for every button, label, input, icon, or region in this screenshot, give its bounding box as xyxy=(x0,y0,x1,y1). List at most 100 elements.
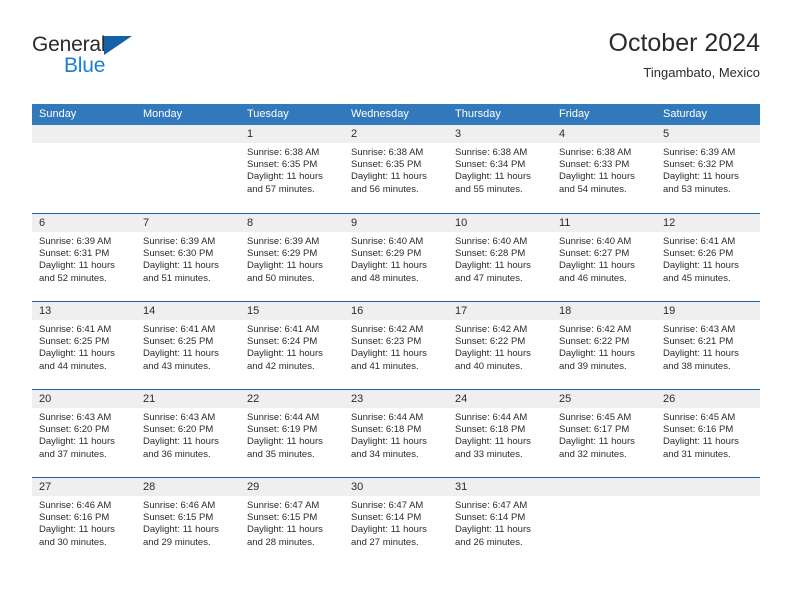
calendar-day-cell[interactable]: 5 Sunrise: 6:39 AM Sunset: 6:32 PM Daylight… xyxy=(656,125,760,213)
daylight-text-line1: Daylight: 11 hours xyxy=(39,436,115,448)
day-sun-info: Sunrise: 6:38 AM Sunset: 6:34 PM Daylight:… xyxy=(448,143,552,196)
sunrise-text: Sunrise: 6:44 AM xyxy=(455,412,528,423)
day-number: 29 xyxy=(240,478,344,496)
page-title: October 2024 xyxy=(608,29,761,57)
calendar-day-cell[interactable]: 27 Sunrise: 6:46 AM Sunset: 6:16 PM Dayligh… xyxy=(32,478,136,565)
calendar-day-cell[interactable]: 22 Sunrise: 6:44 AM Sunset: 6:19 PM Dayligh… xyxy=(240,390,344,477)
calendar-day-cell[interactable]: 17 Sunrise: 6:42 AM Sunset: 6:22 PM Dayligh… xyxy=(448,302,552,389)
daylight-text-line1: Daylight: 11 hours xyxy=(143,524,219,536)
calendar-day-cell[interactable]: 28 Sunrise: 6:46 AM Sunset: 6:15 PM Dayligh… xyxy=(136,478,240,565)
day-number xyxy=(136,125,240,143)
sunset-text: Sunset: 6:35 PM xyxy=(247,159,318,171)
sunset-text: Sunset: 6:24 PM xyxy=(247,336,318,348)
calendar-day-cell-empty[interactable] xyxy=(552,478,656,565)
calendar-day-cell[interactable]: 1 Sunrise: 6:38 AM Sunset: 6:35 PM Daylight… xyxy=(240,125,344,213)
calendar-day-cell[interactable]: 16 Sunrise: 6:42 AM Sunset: 6:23 PM Dayligh… xyxy=(344,302,448,389)
sunset-text: Sunset: 6:26 PM xyxy=(663,248,734,260)
daylight-text-line2: and 32 minutes. xyxy=(559,448,627,460)
calendar-day-cell[interactable]: 19 Sunrise: 6:43 AM Sunset: 6:21 PM Dayligh… xyxy=(656,302,760,389)
calendar-day-cell[interactable]: 24 Sunrise: 6:44 AM Sunset: 6:18 PM Dayligh… xyxy=(448,390,552,477)
calendar-day-cell[interactable]: 3 Sunrise: 6:38 AM Sunset: 6:34 PM Daylight… xyxy=(448,125,552,213)
day-sun-info: Sunrise: 6:45 AM Sunset: 6:16 PM Daylight:… xyxy=(656,408,760,461)
daylight-text-line1: Daylight: 11 hours xyxy=(143,436,219,448)
calendar-day-cell[interactable]: 25 Sunrise: 6:45 AM Sunset: 6:17 PM Dayligh… xyxy=(552,390,656,477)
daylight-text-line1: Daylight: 11 hours xyxy=(663,171,739,183)
sunrise-text: Sunrise: 6:46 AM xyxy=(143,500,216,511)
calendar-day-cell[interactable]: 9 Sunrise: 6:40 AM Sunset: 6:29 PM Daylight… xyxy=(344,214,448,301)
daylight-text-line2: and 55 minutes. xyxy=(455,183,523,195)
calendar-week-row: 13 Sunrise: 6:41 AM Sunset: 6:25 PM Dayligh… xyxy=(32,301,760,389)
calendar-day-cell[interactable]: 6 Sunrise: 6:39 AM Sunset: 6:31 PM Daylight… xyxy=(32,214,136,301)
general-blue-logo: General Blue xyxy=(32,34,232,90)
sunrise-text: Sunrise: 6:38 AM xyxy=(247,147,320,158)
calendar-day-cell[interactable]: 4 Sunrise: 6:38 AM Sunset: 6:33 PM Daylight… xyxy=(552,125,656,213)
calendar-grid: Sunday Monday Tuesday Wednesday Thursday Frid… xyxy=(32,104,760,565)
sunrise-text: Sunrise: 6:44 AM xyxy=(351,412,424,423)
daylight-text-line1: Daylight: 11 hours xyxy=(351,171,427,183)
calendar-day-cell[interactable]: 18 Sunrise: 6:42 AM Sunset: 6:22 PM Dayligh… xyxy=(552,302,656,389)
calendar-day-cell-empty[interactable] xyxy=(32,125,136,213)
daylight-text-line1: Daylight: 11 hours xyxy=(663,348,739,360)
calendar-day-cell[interactable]: 15 Sunrise: 6:41 AM Sunset: 6:24 PM Dayligh… xyxy=(240,302,344,389)
sunrise-text: Sunrise: 6:43 AM xyxy=(39,412,112,423)
sunrise-text: Sunrise: 6:47 AM xyxy=(351,500,424,511)
calendar-day-cell[interactable]: 21 Sunrise: 6:43 AM Sunset: 6:20 PM Dayligh… xyxy=(136,390,240,477)
day-number: 23 xyxy=(344,390,448,408)
sunset-text: Sunset: 6:31 PM xyxy=(39,248,110,260)
calendar-day-cell[interactable]: 7 Sunrise: 6:39 AM Sunset: 6:30 PM Daylight… xyxy=(136,214,240,301)
day-sun-info: Sunrise: 6:39 AM Sunset: 6:30 PM Daylight:… xyxy=(136,232,240,285)
daylight-text-line2: and 31 minutes. xyxy=(663,448,731,460)
sunset-text: Sunset: 6:22 PM xyxy=(455,336,526,348)
calendar-day-cell[interactable]: 14 Sunrise: 6:41 AM Sunset: 6:25 PM Dayligh… xyxy=(136,302,240,389)
day-number: 26 xyxy=(656,390,760,408)
calendar-day-cell[interactable]: 11 Sunrise: 6:40 AM Sunset: 6:27 PM Dayligh… xyxy=(552,214,656,301)
calendar-day-cell[interactable]: 10 Sunrise: 6:40 AM Sunset: 6:28 PM Dayligh… xyxy=(448,214,552,301)
daylight-text-line2: and 51 minutes. xyxy=(143,272,211,284)
day-number: 7 xyxy=(136,214,240,232)
daylight-text-line2: and 52 minutes. xyxy=(39,272,107,284)
day-number: 22 xyxy=(240,390,344,408)
calendar-day-cell[interactable]: 13 Sunrise: 6:41 AM Sunset: 6:25 PM Dayligh… xyxy=(32,302,136,389)
day-sun-info: Sunrise: 6:38 AM Sunset: 6:35 PM Daylight:… xyxy=(240,143,344,196)
day-sun-info: Sunrise: 6:47 AM Sunset: 6:15 PM Daylight:… xyxy=(240,496,344,549)
sunset-text: Sunset: 6:30 PM xyxy=(143,248,214,260)
calendar-day-cell[interactable]: 30 Sunrise: 6:47 AM Sunset: 6:14 PM Dayligh… xyxy=(344,478,448,565)
sunset-text: Sunset: 6:27 PM xyxy=(559,248,630,260)
calendar-day-cell[interactable]: 29 Sunrise: 6:47 AM Sunset: 6:15 PM Dayligh… xyxy=(240,478,344,565)
sunset-text: Sunset: 6:20 PM xyxy=(143,424,214,436)
daylight-text-line1: Daylight: 11 hours xyxy=(247,436,323,448)
calendar-day-cell[interactable]: 8 Sunrise: 6:39 AM Sunset: 6:29 PM Daylight… xyxy=(240,214,344,301)
day-number: 14 xyxy=(136,302,240,320)
calendar-day-cell-empty[interactable] xyxy=(656,478,760,565)
weekday-header-row: Sunday Monday Tuesday Wednesday Thursday Frid… xyxy=(32,104,760,125)
sunrise-text: Sunrise: 6:42 AM xyxy=(559,324,632,335)
day-number xyxy=(32,125,136,143)
day-number: 27 xyxy=(32,478,136,496)
sunrise-text: Sunrise: 6:47 AM xyxy=(455,500,528,511)
daylight-text-line1: Daylight: 11 hours xyxy=(351,436,427,448)
sunset-text: Sunset: 6:22 PM xyxy=(559,336,630,348)
calendar-day-cell[interactable]: 2 Sunrise: 6:38 AM Sunset: 6:35 PM Daylight… xyxy=(344,125,448,213)
calendar-day-cell[interactable]: 20 Sunrise: 6:43 AM Sunset: 6:20 PM Dayligh… xyxy=(32,390,136,477)
day-sun-info: Sunrise: 6:47 AM Sunset: 6:14 PM Daylight:… xyxy=(448,496,552,549)
daylight-text-line2: and 57 minutes. xyxy=(247,183,315,195)
sunrise-text: Sunrise: 6:42 AM xyxy=(455,324,528,335)
daylight-text-line2: and 42 minutes. xyxy=(247,360,315,372)
day-sun-info: Sunrise: 6:46 AM Sunset: 6:16 PM Daylight:… xyxy=(32,496,136,549)
calendar-day-cell-empty[interactable] xyxy=(136,125,240,213)
daylight-text-line1: Daylight: 11 hours xyxy=(455,260,531,272)
daylight-text-line1: Daylight: 11 hours xyxy=(559,436,635,448)
sunrise-text: Sunrise: 6:38 AM xyxy=(351,147,424,158)
day-sun-info: Sunrise: 6:41 AM Sunset: 6:26 PM Daylight:… xyxy=(656,232,760,285)
sunset-text: Sunset: 6:14 PM xyxy=(455,512,526,524)
calendar-day-cell[interactable]: 31 Sunrise: 6:47 AM Sunset: 6:14 PM Dayligh… xyxy=(448,478,552,565)
calendar-day-cell[interactable]: 26 Sunrise: 6:45 AM Sunset: 6:16 PM Dayligh… xyxy=(656,390,760,477)
daylight-text-line1: Daylight: 11 hours xyxy=(143,348,219,360)
day-number: 3 xyxy=(448,125,552,143)
day-sun-info: Sunrise: 6:41 AM Sunset: 6:25 PM Daylight:… xyxy=(136,320,240,373)
day-number: 17 xyxy=(448,302,552,320)
calendar-day-cell[interactable]: 12 Sunrise: 6:41 AM Sunset: 6:26 PM Dayligh… xyxy=(656,214,760,301)
calendar-day-cell[interactable]: 23 Sunrise: 6:44 AM Sunset: 6:18 PM Dayligh… xyxy=(344,390,448,477)
calendar-week-row: 1 Sunrise: 6:38 AM Sunset: 6:35 PM Daylight… xyxy=(32,125,760,213)
daylight-text-line2: and 46 minutes. xyxy=(559,272,627,284)
